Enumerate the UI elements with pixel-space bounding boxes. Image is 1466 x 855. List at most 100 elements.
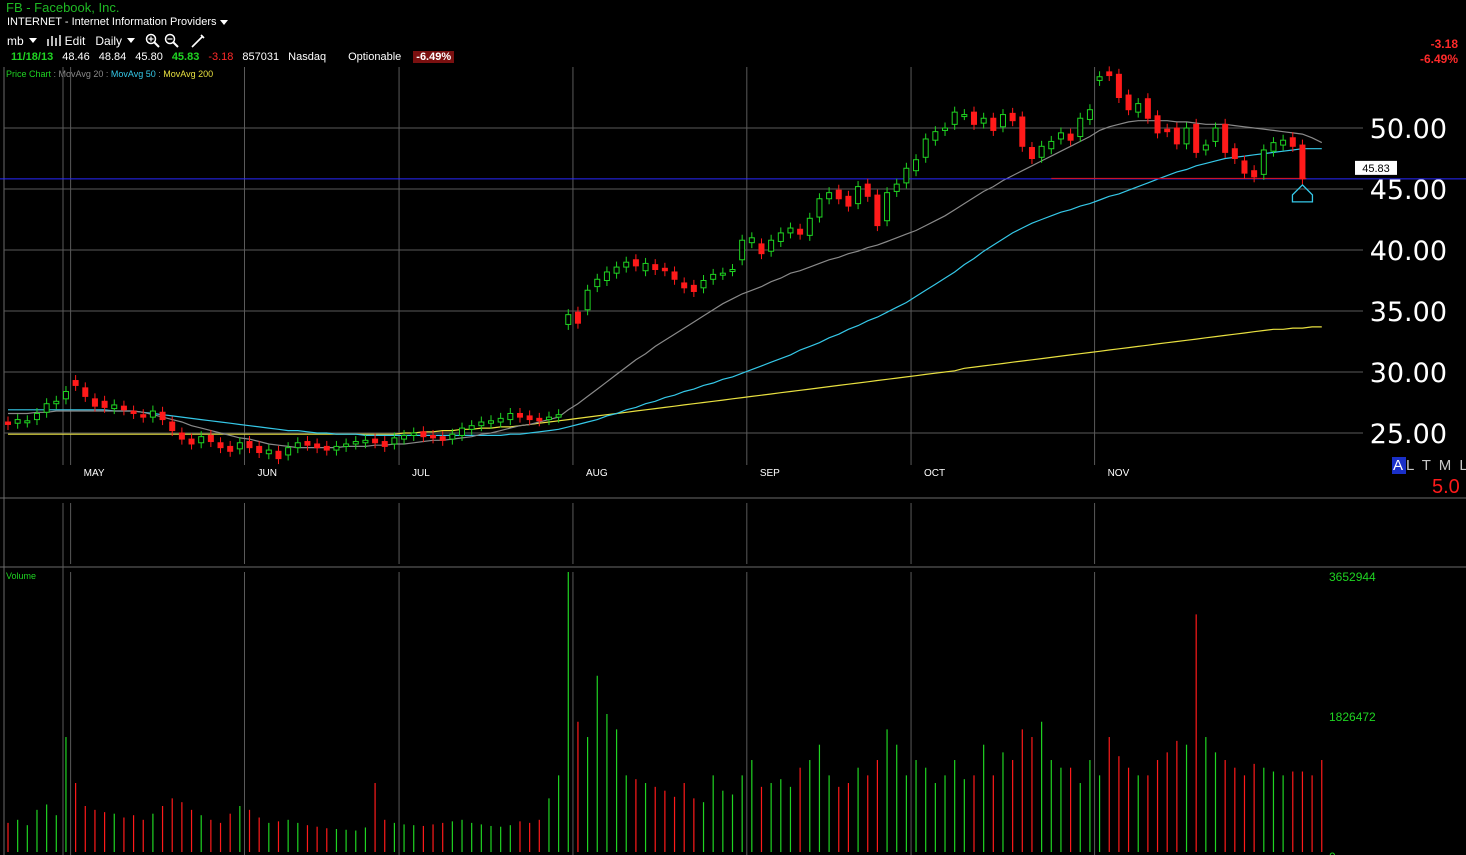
candle-body — [1038, 145, 1045, 158]
candle-body — [565, 314, 572, 325]
last-price-label: 45.83 — [1362, 163, 1390, 175]
candle-body — [391, 437, 398, 445]
volume-tick-label: 0 — [1329, 850, 1336, 855]
x-tick-label: NOV — [1108, 468, 1130, 479]
candle-body — [401, 434, 408, 440]
candle-body — [82, 387, 89, 397]
y-tick-label: 45.00 — [1370, 175, 1447, 206]
candle-body — [1115, 73, 1122, 98]
price-volume-chart[interactable]: MAY JUN JUL AUG SEP OCT NOV 25.00 30.00 35.00 40.0… — [0, 0, 1466, 855]
candle-body — [758, 243, 765, 255]
candle-body — [1222, 123, 1229, 153]
volume-label: Volume — [6, 571, 37, 581]
candle-body — [719, 272, 726, 276]
candle-body — [1086, 109, 1093, 120]
candle-body — [507, 412, 514, 421]
candle-body — [748, 237, 755, 244]
candle-body — [961, 114, 968, 118]
candle-body — [1251, 170, 1258, 178]
candle-body — [169, 421, 176, 432]
candle-body — [381, 441, 388, 447]
candle-body — [1212, 127, 1219, 142]
candle-body — [1260, 149, 1267, 175]
candle-body — [1231, 148, 1238, 160]
rating-value: 5.0 — [1432, 476, 1460, 498]
candle-body — [149, 410, 156, 418]
altml-indicator[interactable]: AL T M L — [1392, 457, 1466, 474]
y-tick-label: 30.00 — [1370, 358, 1447, 389]
candle-body — [990, 117, 997, 131]
candle-body — [188, 438, 195, 445]
candle-body — [5, 421, 11, 425]
candle-body — [265, 449, 272, 455]
candle-body — [468, 425, 475, 430]
candle-body — [729, 269, 736, 273]
candle-body — [497, 417, 504, 423]
candle-body — [1241, 160, 1248, 174]
candle-body — [304, 441, 311, 446]
candle-body — [826, 192, 833, 200]
candle-body — [874, 194, 881, 227]
candle-body — [1048, 140, 1055, 150]
candle-body — [710, 273, 717, 280]
candle-body — [33, 412, 40, 421]
candle-body — [1144, 98, 1151, 119]
candle-body — [362, 439, 369, 444]
ma200-line — [8, 326, 1322, 435]
candle-body — [459, 427, 466, 436]
candle-body — [835, 189, 842, 200]
candle-body — [884, 192, 891, 222]
candle-body — [1019, 116, 1026, 147]
candle-body — [797, 228, 804, 235]
x-tick-label: JUN — [258, 468, 277, 479]
candle-body — [343, 443, 350, 447]
candle-body — [1193, 123, 1200, 153]
y-tick-label: 35.00 — [1370, 297, 1447, 328]
candle-body — [1125, 94, 1132, 111]
volume-tick-label: 3652944 — [1329, 570, 1376, 584]
candle-body — [1067, 133, 1074, 141]
ma50-line — [8, 148, 1322, 436]
candle-body — [661, 267, 668, 272]
candle-body — [623, 261, 630, 268]
candle-body — [1202, 144, 1209, 151]
candle-body — [1009, 112, 1016, 122]
candle-body — [140, 414, 147, 418]
candle-body — [671, 271, 678, 280]
y-tick-label: 50.00 — [1370, 114, 1447, 145]
candle-body — [53, 400, 60, 405]
candle-body — [314, 443, 321, 449]
candle-body — [159, 411, 166, 421]
x-tick-label: MAY — [84, 468, 105, 479]
candle-body — [1135, 103, 1142, 113]
candle-body — [488, 420, 494, 424]
candle-body — [178, 432, 185, 440]
candle-body — [43, 403, 50, 413]
candle-body — [526, 415, 533, 421]
y-tick-label: 25.00 — [1370, 419, 1447, 450]
candle-body — [352, 441, 359, 445]
candle-body — [864, 183, 871, 197]
x-tick-label: AUG — [586, 468, 608, 479]
candle-body — [207, 434, 214, 443]
candle-body — [24, 420, 31, 424]
candle-body — [855, 186, 862, 205]
candle-body — [690, 284, 697, 292]
candle-body — [806, 217, 813, 236]
candle-body — [584, 289, 591, 311]
candle-body — [787, 227, 794, 234]
candle-body — [913, 159, 920, 172]
candle-body — [700, 280, 707, 289]
candle-body — [951, 111, 958, 125]
candle-body — [845, 195, 852, 207]
candle-body — [1028, 147, 1035, 160]
candle-body — [642, 262, 649, 272]
candle-body — [198, 436, 205, 444]
candle-body — [816, 198, 823, 218]
candle-body — [1183, 127, 1190, 145]
candle-body — [62, 391, 69, 400]
candle-body — [922, 138, 929, 158]
candle-body — [536, 417, 543, 422]
candle-body — [91, 398, 98, 407]
candle-body — [236, 442, 243, 450]
